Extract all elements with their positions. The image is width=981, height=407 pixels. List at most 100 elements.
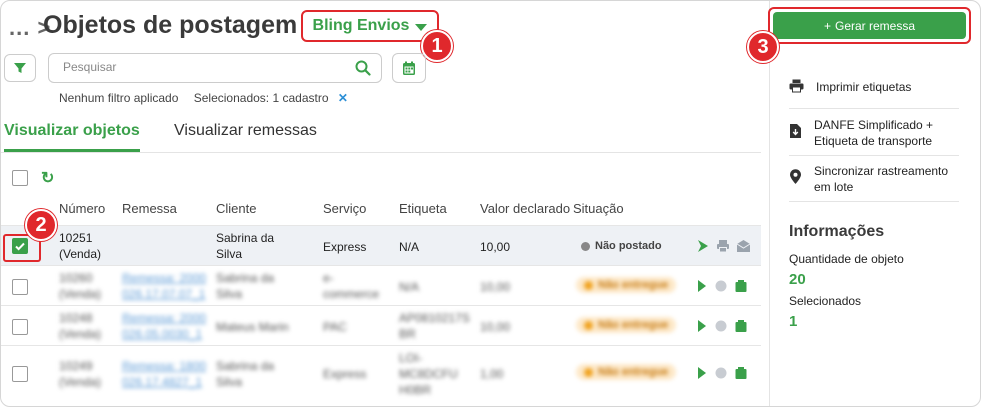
qty-value: 20 [789, 271, 806, 288]
filter-button[interactable] [4, 54, 36, 82]
selected-label: Selecionados [789, 294, 862, 308]
printer-icon [789, 79, 804, 93]
row-checkbox[interactable] [12, 319, 28, 335]
danfe-action[interactable]: DANFE Simplificado + Etiqueta de transpor… [789, 117, 959, 149]
cell-etiqueta: N/A [399, 240, 420, 254]
generate-remessa-button[interactable]: + Gerar remessa [773, 12, 966, 39]
sync-tracking-action[interactable]: Sincronizar rastreamento em lote [789, 163, 959, 195]
cell-numero: 10260 (Venda) [59, 271, 102, 301]
filter-icon [14, 63, 26, 73]
column-header-remessa[interactable]: Remessa [122, 201, 177, 216]
cell-servico: e-commerce [323, 271, 380, 301]
circle-icon[interactable] [714, 279, 728, 293]
search-input[interactable] [63, 60, 343, 74]
search-box [48, 53, 382, 83]
location-pin-icon [790, 169, 801, 184]
filter-summary: Nenhum filtro aplicado Selecionados: 1 c… [59, 91, 360, 105]
plus-icon: + [823, 18, 831, 33]
column-header-numero[interactable]: Número [59, 201, 105, 216]
generate-button-highlight: + Gerar remessa [768, 7, 971, 44]
status-badge: Não entregue [576, 317, 677, 333]
status-badge: Não postado [581, 240, 662, 252]
box-icon[interactable] [734, 319, 748, 333]
table-row[interactable]: 10251 (Venda) Sabrina da Silva Express N/A… [1, 225, 761, 265]
date-filter-button[interactable] [392, 53, 426, 83]
table-row[interactable]: 10249 (Venda) Remessa: 1800 026.17.4827_1 … [1, 345, 761, 401]
tab-visualizar-remessas[interactable]: Visualizar remessas [174, 122, 317, 152]
column-header-valor-declarado[interactable]: Valor declarado [480, 201, 570, 216]
qty-label: Quantidade de objeto [789, 252, 904, 266]
cell-etiqueta: AP0810217S BR [399, 311, 470, 341]
table-row[interactable]: 10260 (Venda) Remessa: 2000 026.17.07.07_1… [1, 265, 761, 305]
row-checkbox[interactable] [12, 238, 28, 254]
column-header-situacao[interactable]: Situação [573, 201, 624, 216]
cell-servico: Express [323, 367, 367, 381]
column-header-servico[interactable]: Serviço [323, 201, 366, 216]
cell-numero: 10248 (Venda) [59, 311, 102, 341]
selected-value: 1 [789, 313, 798, 330]
column-header-cliente[interactable]: Cliente [216, 201, 256, 216]
send-icon[interactable] [696, 319, 708, 333]
selected-status: Selecionados: 1 cadastro [193, 91, 329, 105]
box-icon[interactable] [734, 279, 748, 293]
row-actions [696, 366, 748, 380]
refresh-icon[interactable]: ↻ [41, 168, 54, 188]
cell-etiqueta: LOI- MC8DCFU H0BR [399, 351, 458, 397]
cell-numero: 10251 (Venda) [59, 231, 102, 261]
cell-numero: 10249 (Venda) [59, 359, 102, 389]
circle-icon[interactable] [714, 366, 728, 380]
page-title: Objetos de postagem [43, 11, 298, 39]
divider [789, 201, 959, 202]
send-icon[interactable] [696, 366, 708, 380]
store-selector-label: Bling Envios [312, 17, 410, 34]
envelope-icon[interactable] [736, 239, 751, 253]
cell-valor: 10,00 [480, 320, 511, 334]
box-icon[interactable] [734, 366, 748, 380]
search-icon[interactable] [355, 60, 371, 76]
cell-remessa-link[interactable]: Remessa: 1800 026.17.4827_1 [122, 358, 206, 390]
cell-cliente: Mateus Marin [216, 320, 289, 334]
status-dot-icon [584, 367, 593, 377]
cell-valor: 1,00 [480, 367, 504, 381]
close-icon[interactable]: ✕ [338, 91, 348, 105]
select-all-checkbox[interactable] [12, 170, 28, 186]
row-actions [696, 239, 751, 253]
send-icon[interactable] [696, 279, 708, 293]
divider [789, 155, 959, 156]
tabs-divider [1, 152, 761, 153]
annotation-badge-2: 2 [25, 209, 57, 241]
row-checkbox[interactable] [12, 366, 28, 382]
cell-cliente: Sabrina da Silva [216, 231, 275, 261]
app-window: ... > Objetos de postagem Bling Envios 1… [0, 0, 981, 407]
printer-icon[interactable] [716, 239, 730, 253]
cell-valor: 10,00 [480, 240, 511, 254]
caret-down-icon [415, 23, 428, 31]
row-actions [696, 319, 748, 333]
file-download-icon [790, 124, 801, 138]
store-selector[interactable]: Bling Envios [301, 10, 439, 42]
sidebar [769, 1, 980, 406]
column-header-etiqueta[interactable]: Etiqueta [399, 201, 447, 216]
cell-cliente: Sabrina da Silva [216, 271, 275, 301]
annotation-badge-3: 3 [747, 31, 779, 63]
filter-status: Nenhum filtro aplicado [59, 91, 179, 105]
cell-valor: 10,00 [480, 280, 511, 294]
status-dot-icon [584, 320, 593, 330]
status-badge: Não entregue [576, 277, 677, 293]
row-actions [696, 279, 748, 293]
cell-servico: PAC [323, 320, 347, 334]
status-dot-icon [584, 280, 593, 290]
table-row[interactable]: 10248 (Venda) Remessa: 2000 026.05.0030_1 … [1, 305, 761, 345]
tab-visualizar-objetos[interactable]: Visualizar objetos [4, 122, 140, 152]
circle-icon[interactable] [714, 319, 728, 333]
cell-servico: Express [323, 240, 367, 254]
row-checkbox[interactable] [12, 279, 28, 295]
print-labels-action[interactable]: Imprimir etiquetas [789, 79, 959, 95]
calendar-icon [403, 61, 415, 75]
info-title: Informações [789, 223, 885, 240]
cell-remessa-link[interactable]: Remessa: 2000 026.05.0030_1 [122, 310, 206, 342]
cell-etiqueta: N/A [399, 280, 420, 294]
cell-remessa-link[interactable]: Remessa: 2000 026.17.07.07_1 [122, 270, 206, 302]
status-badge: Não entregue [576, 364, 677, 380]
send-icon[interactable] [696, 239, 710, 253]
